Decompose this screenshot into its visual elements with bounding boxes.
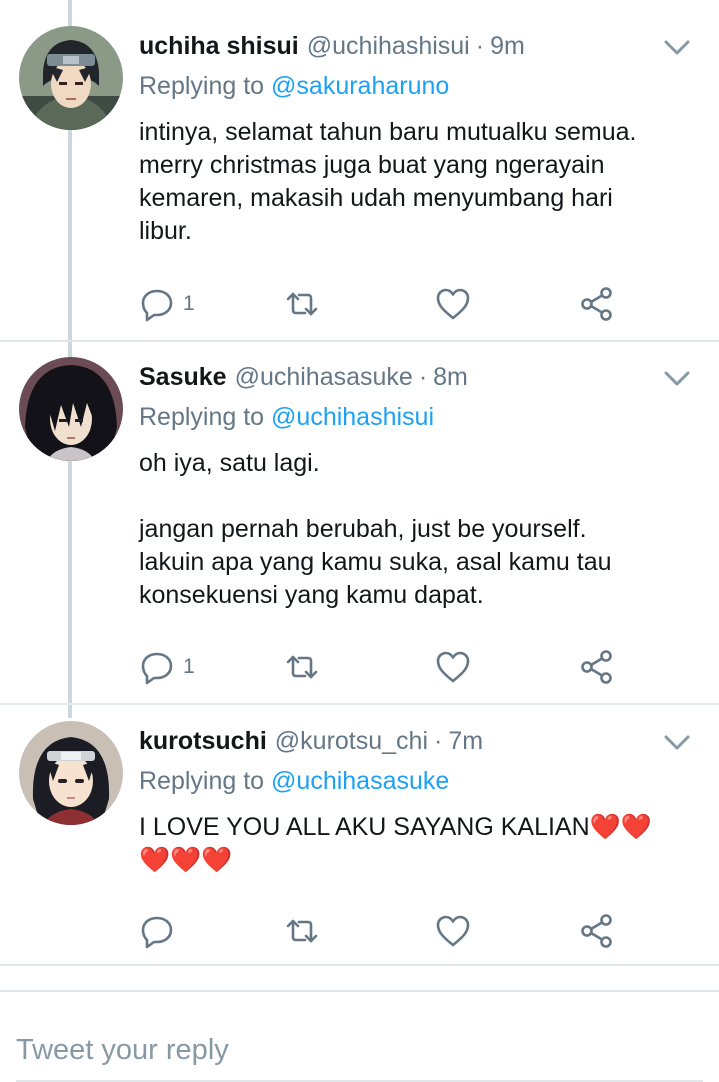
more-options-button[interactable] <box>660 727 694 757</box>
timestamp[interactable]: 9m <box>490 32 525 61</box>
replying-to: Replying to @uchihashisui <box>139 403 434 432</box>
replying-to-label: Replying to <box>139 72 265 100</box>
separator-dot: · <box>418 362 428 391</box>
share-button[interactable] <box>579 284 615 324</box>
replying-to-label: Replying to <box>139 403 265 431</box>
tweet-actions: 1 <box>139 284 639 324</box>
avatar[interactable] <box>19 721 123 825</box>
more-options-button[interactable] <box>660 363 694 393</box>
like-button[interactable] <box>435 647 471 687</box>
avatar-image <box>19 357 123 461</box>
like-button[interactable] <box>435 284 471 324</box>
tweet-actions: 1 <box>139 647 639 687</box>
retweet-icon <box>286 655 318 679</box>
reply-count: 1 <box>183 655 195 678</box>
tweet-divider <box>0 964 719 966</box>
mention-link[interactable]: @sakuraharuno <box>271 72 449 100</box>
share-icon <box>581 650 612 684</box>
reply-button[interactable]: 1 <box>139 284 195 324</box>
avatar[interactable] <box>19 357 123 461</box>
share-button[interactable] <box>579 911 615 951</box>
share-icon <box>581 287 612 321</box>
more-options-button[interactable] <box>660 32 694 62</box>
tweet-text: I LOVE YOU ALL AKU SAYANG KALIAN❤️❤️ ❤️❤… <box>139 813 652 874</box>
tweet-header: Sasuke @uchihasasuke · 8m <box>139 357 468 397</box>
reply-icon <box>141 289 173 322</box>
reply-composer: Tweet your reply <box>0 990 719 1082</box>
reply-icon <box>141 652 173 685</box>
reply-button[interactable] <box>139 911 175 951</box>
retweet-button[interactable] <box>284 647 320 687</box>
tweet[interactable]: kurotsuchi @kurotsu_chi · 7m Replying to… <box>0 721 719 961</box>
share-icon <box>581 914 612 948</box>
replying-to: Replying to @sakuraharuno <box>139 72 449 101</box>
timestamp[interactable]: 8m <box>433 363 468 392</box>
tweet[interactable]: Sasuke @uchihasasuke · 8m Replying to @u… <box>0 357 719 697</box>
retweet-icon <box>286 919 318 943</box>
tweet-text: oh iya, satu lagi. jangan pernah berubah… <box>139 449 612 609</box>
retweet-icon <box>286 292 318 316</box>
like-button[interactable] <box>435 911 471 951</box>
like-icon <box>436 288 470 320</box>
tweet-divider <box>0 340 719 342</box>
like-icon <box>436 651 470 683</box>
mention-link[interactable]: @uchihasasuke <box>271 767 449 795</box>
display-name[interactable]: kurotsuchi <box>139 727 267 756</box>
chevron-down-icon <box>664 735 690 750</box>
share-button[interactable] <box>579 647 615 687</box>
tweet-divider <box>0 703 719 705</box>
replying-to-label: Replying to <box>139 767 265 795</box>
user-handle[interactable]: @kurotsu_chi <box>275 727 428 756</box>
retweet-button[interactable] <box>284 911 320 951</box>
reply-count: 1 <box>183 292 195 315</box>
tweet-header: uchiha shisui @uchihashisui · 9m <box>139 26 525 66</box>
separator-dot: · <box>434 726 443 755</box>
user-handle[interactable]: @uchihasasuke <box>235 363 413 392</box>
like-icon <box>436 915 470 947</box>
user-handle[interactable]: @uchihashisui <box>307 32 470 61</box>
timestamp[interactable]: 7m <box>448 727 483 756</box>
tweet-text: intinya, selamat tahun baru mutualku sem… <box>139 118 637 245</box>
display-name[interactable]: Sasuke <box>139 363 227 392</box>
reply-input[interactable]: Tweet your reply <box>16 1034 229 1067</box>
avatar[interactable] <box>19 26 123 130</box>
reply-button[interactable]: 1 <box>139 647 195 687</box>
display-name[interactable]: uchiha shisui <box>139 32 299 61</box>
mention-link[interactable]: @uchihashisui <box>271 403 434 431</box>
avatar-image <box>19 721 123 825</box>
tweet[interactable]: uchiha shisui @uchihashisui · 9m Replyin… <box>0 26 719 326</box>
reply-icon <box>141 916 173 949</box>
chevron-down-icon <box>664 40 690 55</box>
retweet-button[interactable] <box>284 284 320 324</box>
separator-dot: · <box>475 31 485 60</box>
replying-to: Replying to @uchihasasuke <box>139 767 449 796</box>
avatar-image <box>19 26 123 130</box>
tweet-header: kurotsuchi @kurotsu_chi · 7m <box>139 721 483 761</box>
tweet-actions <box>139 911 639 951</box>
chevron-down-icon <box>664 371 690 386</box>
